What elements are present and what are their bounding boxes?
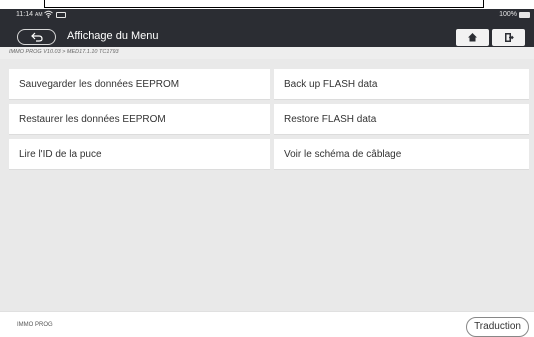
exit-icon — [505, 33, 514, 42]
battery-icon — [519, 12, 530, 18]
back-button[interactable] — [17, 29, 56, 45]
menu-item-restore-eeprom[interactable]: Restaurer les données EEPROM — [9, 104, 270, 135]
header-bar: 11:14 AM 100% Affichage du Menu — [0, 9, 534, 47]
menu-item-backup-flash[interactable]: Back up FLASH data — [274, 69, 529, 100]
status-time: 11:14 AM — [16, 11, 43, 18]
home-button[interactable] — [456, 29, 489, 46]
back-arrow-icon — [30, 32, 43, 42]
footer-label: IMMO PROG — [17, 322, 53, 328]
menu-item-backup-eeprom[interactable]: Sauvegarder les données EEPROM — [9, 69, 270, 100]
top-strip — [0, 0, 534, 9]
callout-frame — [44, 0, 484, 8]
breadcrumb: IMMO PROG V10.03 > MED17.1.10 TC1793 — [9, 49, 119, 55]
footer-bar: IMMO PROG Traduction — [0, 311, 534, 337]
wifi-icon — [44, 10, 53, 20]
exit-button[interactable] — [492, 29, 525, 46]
menu-item-wiring-diagram[interactable]: Voir le schéma de câblage — [274, 139, 529, 170]
notification-icon — [56, 12, 66, 18]
page-title: Affichage du Menu — [67, 30, 159, 42]
menu-item-restore-flash[interactable]: Restore FLASH data — [274, 104, 529, 135]
home-icon — [468, 33, 477, 42]
translate-button[interactable]: Traduction — [466, 317, 529, 337]
menu-item-read-chip-id[interactable]: Lire l'ID de la puce — [9, 139, 270, 170]
battery-percent: 100% — [499, 11, 517, 18]
status-ampm: AM — [35, 12, 43, 18]
breadcrumb-bar: IMMO PROG V10.03 > MED17.1.10 TC1793 — [0, 47, 534, 59]
status-time-value: 11:14 — [16, 11, 33, 18]
menu-area: Sauvegarder les données EEPROM Back up F… — [0, 59, 534, 311]
status-bar: 11:14 AM 100% — [0, 9, 534, 22]
app-window: 11:14 AM 100% Affichage du Menu IMMO PROG… — [0, 0, 534, 337]
